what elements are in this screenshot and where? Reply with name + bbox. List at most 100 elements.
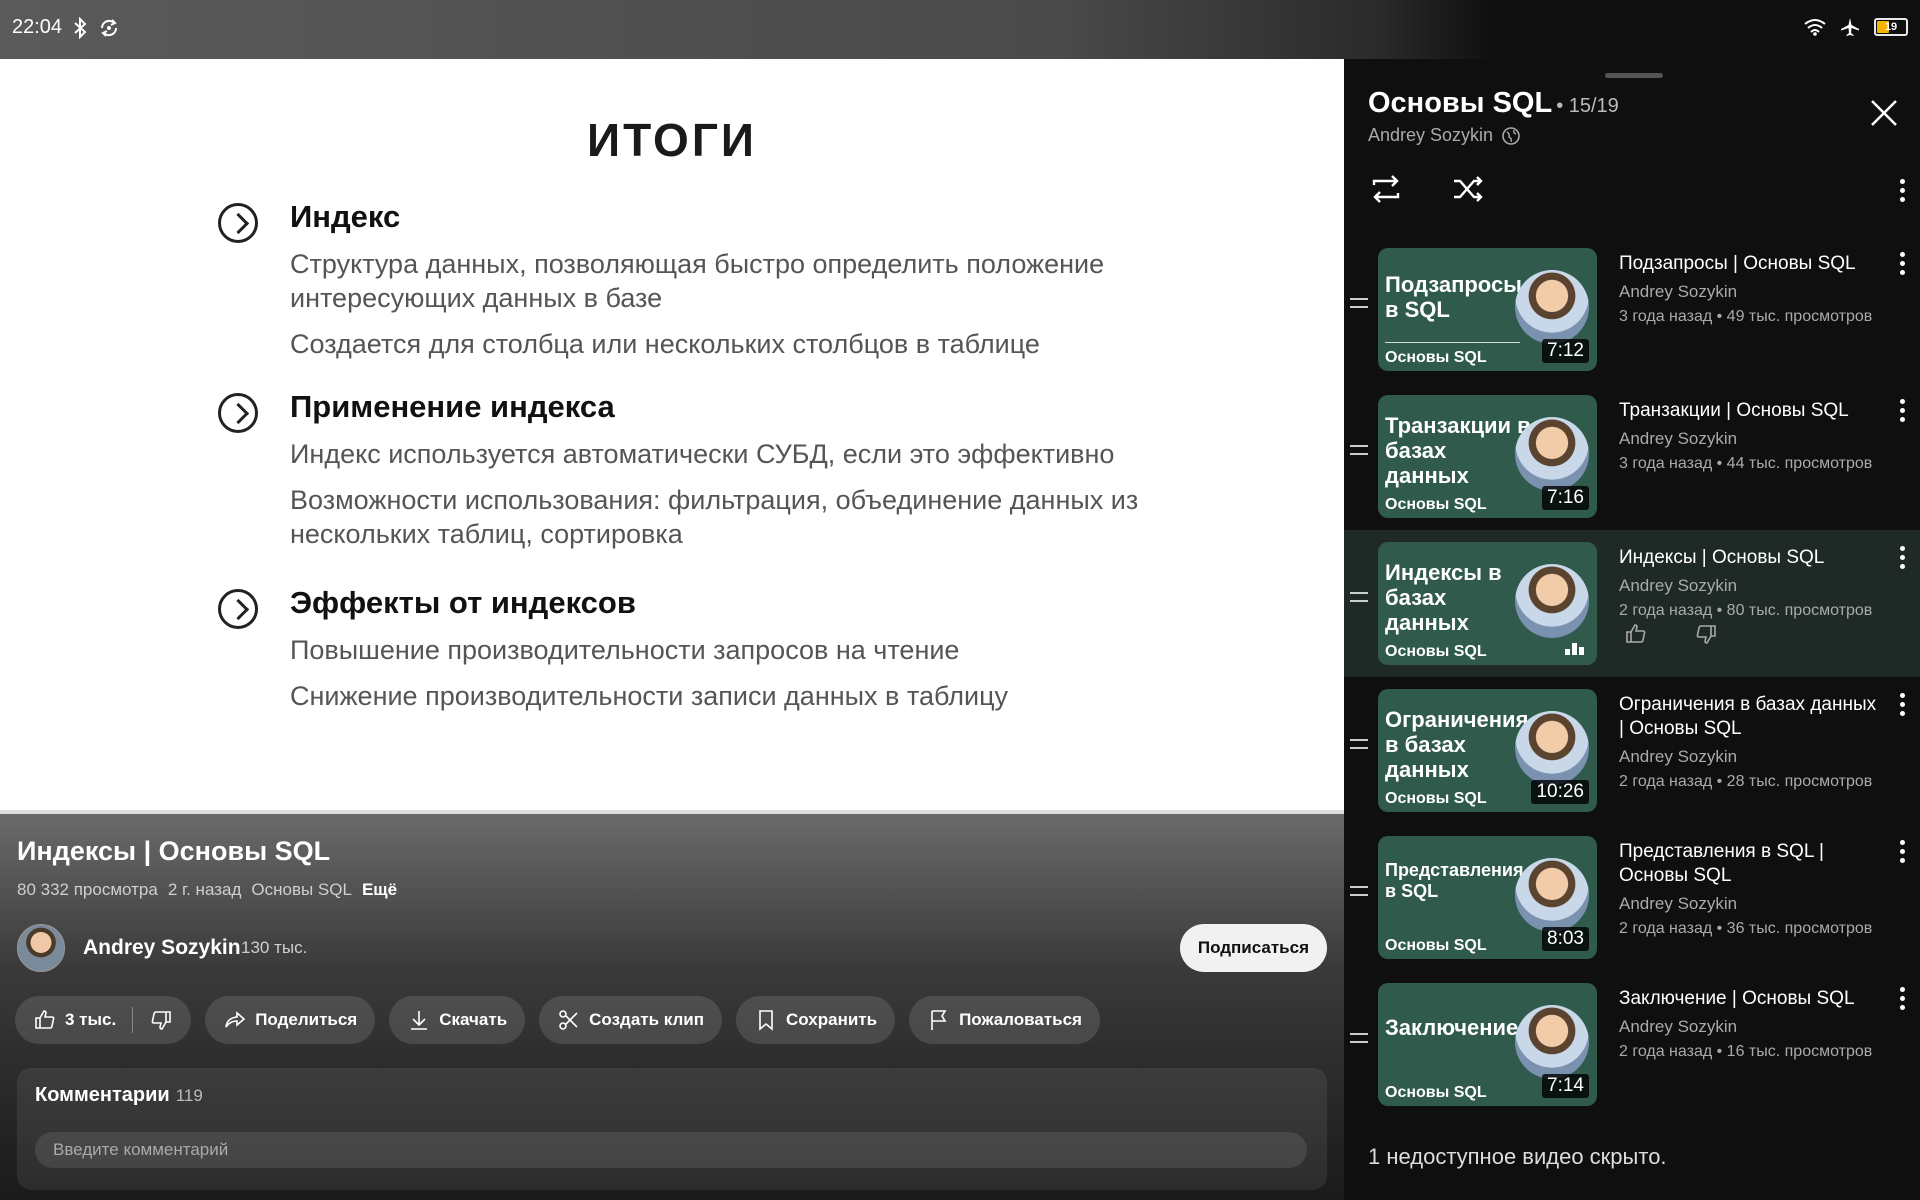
share-button[interactable]: Поделиться bbox=[205, 996, 376, 1044]
airplane-mode-icon bbox=[1841, 18, 1859, 36]
thumbnail-title: Транзакции в базах данных bbox=[1385, 413, 1531, 488]
download-icon bbox=[411, 1011, 428, 1030]
drag-handle[interactable] bbox=[1605, 73, 1663, 78]
item-author: Andrey Sozykin bbox=[1619, 282, 1738, 301]
item-menu-icon[interactable] bbox=[1898, 252, 1906, 280]
item-stats: 2 года назад • 28 тыс. просмотров bbox=[1619, 773, 1873, 790]
status-time: 22:04 bbox=[12, 16, 63, 38]
report-button[interactable]: Пожаловаться bbox=[909, 996, 1100, 1044]
reorder-handle-icon[interactable] bbox=[1350, 739, 1368, 755]
slide-point: Эффекты от индексов Повышение производит… bbox=[218, 585, 1218, 713]
playlist-item[interactable]: Транзакции в базах данных Основы SQL 7:1… bbox=[1344, 383, 1920, 530]
divider bbox=[1385, 342, 1520, 343]
reorder-handle-icon[interactable] bbox=[1350, 1033, 1368, 1049]
item-meta: Заключение | Основы SQL Andrey Sozykin 2… bbox=[1619, 987, 1879, 1062]
shuffle-icon[interactable] bbox=[1448, 169, 1488, 209]
item-menu-icon[interactable] bbox=[1898, 693, 1906, 721]
like-icon[interactable] bbox=[1624, 622, 1648, 646]
download-button[interactable]: Скачать bbox=[389, 996, 526, 1044]
point-line: Создается для столбца или нескольких сто… bbox=[290, 329, 1040, 359]
video-thumbnail[interactable]: Транзакции в базах данных Основы SQL 7:1… bbox=[1378, 395, 1597, 518]
item-title: Представления в SQL | Основы SQL bbox=[1619, 841, 1824, 886]
item-author: Andrey Sozykin bbox=[1619, 894, 1738, 913]
thumbnail-title: Индексы в базах данных bbox=[1385, 560, 1502, 635]
thumbnail-title: Подзапросы в SQL bbox=[1385, 272, 1522, 322]
item-stats: 2 года назад • 80 тыс. просмотров bbox=[1619, 602, 1873, 619]
item-title: Подзапросы | Основы SQL bbox=[1619, 253, 1856, 274]
playlist-author[interactable]: Andrey Sozykin bbox=[1368, 125, 1493, 146]
like-icon[interactable] bbox=[33, 1008, 57, 1032]
playlist-name: Основы SQL bbox=[1368, 87, 1553, 119]
comments-section[interactable]: Комментарии 119 Введите комментарий bbox=[17, 1068, 1327, 1190]
playlist-item[interactable]: Подзапросы в SQL Основы SQL 7:12 Подзапр… bbox=[1344, 236, 1920, 383]
download-label: Скачать bbox=[439, 1010, 508, 1029]
bookmark-icon bbox=[759, 1010, 773, 1031]
action-bar: 3 тыс. Поделиться Скачать Создать клип С… bbox=[15, 996, 1100, 1044]
channel-row: Andrey Sozykin 130 тыс. Подписаться bbox=[17, 924, 1327, 974]
video-thumbnail[interactable]: Заключение Основы SQL 7:14 bbox=[1378, 983, 1597, 1106]
close-icon[interactable] bbox=[1866, 95, 1902, 131]
presenter-photo bbox=[1515, 711, 1589, 785]
playlist-item-current[interactable]: Индексы в базах данных Основы SQL Индекс… bbox=[1344, 530, 1920, 677]
playlist-item[interactable]: Ограничения в базах данных Основы SQL 10… bbox=[1344, 677, 1920, 824]
flag-icon bbox=[931, 1010, 947, 1030]
create-clip-button[interactable]: Создать клип bbox=[539, 996, 723, 1044]
status-bar: 22:04 19 bbox=[0, 0, 1920, 59]
playlist-item[interactable]: Заключение Основы SQL 7:14 Заключение | … bbox=[1344, 971, 1920, 1118]
duration-badge: 7:16 bbox=[1542, 486, 1589, 510]
comment-input[interactable]: Введите комментарий bbox=[35, 1132, 1307, 1168]
presenter-photo bbox=[1515, 417, 1589, 491]
item-menu-icon[interactable] bbox=[1898, 399, 1906, 427]
video-player[interactable]: ИТОГИ Индекс Структура данных, позволяющ… bbox=[0, 59, 1344, 814]
more-link[interactable]: Ещё bbox=[362, 880, 397, 900]
now-playing-icon bbox=[1565, 641, 1585, 655]
item-stats: 2 года назад • 16 тыс. просмотров bbox=[1619, 1043, 1873, 1060]
bluetooth-icon bbox=[74, 16, 87, 39]
video-thumbnail[interactable]: Представления в SQL Основы SQL 8:03 bbox=[1378, 836, 1597, 959]
dislike-icon[interactable] bbox=[1694, 622, 1718, 646]
battery-indicator: 19 bbox=[1874, 18, 1908, 36]
hidden-videos-note: 1 недоступное видео скрыто. bbox=[1368, 1144, 1667, 1169]
slide-point: Применение индекса Индекс используется а… bbox=[218, 389, 1218, 551]
comments-header: Комментарии 119 bbox=[35, 1084, 203, 1107]
reorder-handle-icon[interactable] bbox=[1350, 886, 1368, 902]
upload-age: 2 г. назад bbox=[167, 880, 242, 899]
status-left: 22:04 bbox=[12, 16, 120, 39]
save-button[interactable]: Сохранить bbox=[736, 996, 896, 1044]
video-thumbnail[interactable]: Ограничения в базах данных Основы SQL 10… bbox=[1378, 689, 1597, 812]
globe-icon bbox=[1502, 126, 1520, 145]
channel-avatar[interactable] bbox=[17, 924, 65, 972]
item-menu-icon[interactable] bbox=[1898, 987, 1906, 1015]
subscribe-button[interactable]: Подписаться bbox=[1179, 924, 1327, 972]
duration-badge: 7:14 bbox=[1542, 1074, 1589, 1098]
video-meta: 80 332 просмотра 2 г. назад Основы SQL Е… bbox=[17, 880, 397, 900]
item-meta: Представления в SQL | Основы SQL Andrey … bbox=[1619, 840, 1879, 939]
thumbnail-title: Ограничения в базах данных bbox=[1385, 707, 1529, 782]
video-thumbnail[interactable]: Подзапросы в SQL Основы SQL 7:12 bbox=[1378, 248, 1597, 371]
reorder-handle-icon[interactable] bbox=[1350, 445, 1368, 461]
thumbnail-subtitle: Основы SQL bbox=[1385, 643, 1487, 660]
thumbnail-subtitle: Основы SQL bbox=[1385, 937, 1487, 954]
like-count[interactable]: 3 тыс. bbox=[65, 1010, 116, 1030]
playlist-menu-icon[interactable] bbox=[1898, 179, 1906, 207]
item-menu-icon[interactable] bbox=[1898, 840, 1906, 868]
reorder-handle-icon[interactable] bbox=[1350, 298, 1368, 314]
reorder-handle-icon[interactable] bbox=[1350, 592, 1368, 608]
loop-icon[interactable] bbox=[1366, 169, 1406, 209]
thumbnail-subtitle: Основы SQL bbox=[1385, 790, 1487, 807]
channel-name[interactable]: Andrey Sozykin bbox=[83, 936, 241, 960]
presenter-photo bbox=[1515, 270, 1589, 344]
dislike-icon[interactable] bbox=[149, 1008, 173, 1032]
chevron-circle-icon bbox=[218, 589, 258, 629]
playlist-tag[interactable]: Основы SQL bbox=[251, 880, 352, 900]
thumbnail-subtitle: Основы SQL bbox=[1385, 1084, 1487, 1101]
item-author: Andrey Sozykin bbox=[1619, 1017, 1738, 1036]
divider bbox=[132, 1007, 134, 1033]
point-line: Структура данных, позволяющая быстро опр… bbox=[290, 249, 1105, 313]
video-thumbnail[interactable]: Индексы в базах данных Основы SQL bbox=[1378, 542, 1597, 665]
item-title: Транзакции | Основы SQL bbox=[1619, 400, 1849, 421]
item-menu-icon[interactable] bbox=[1898, 546, 1906, 574]
playlist-item[interactable]: Представления в SQL Основы SQL 8:03 Пред… bbox=[1344, 824, 1920, 971]
comments-count: 119 bbox=[175, 1086, 203, 1105]
duration-badge: 10:26 bbox=[1531, 780, 1589, 804]
